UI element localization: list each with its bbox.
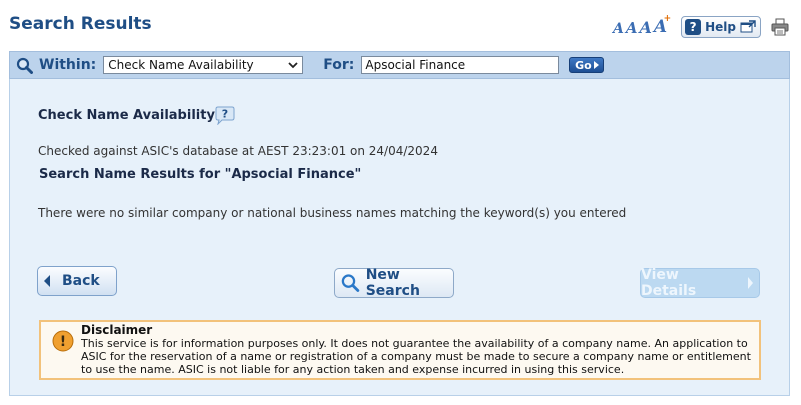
disclaimer-text: This service is for information purposes… (81, 337, 751, 376)
search-icon (341, 274, 360, 292)
arrow-right-icon (748, 277, 753, 289)
font-size-increase-icon[interactable]: A + (654, 14, 671, 36)
disclaimer-title: Disclaimer (81, 323, 153, 337)
svg-text:?: ? (222, 108, 228, 121)
go-button[interactable]: Go (569, 57, 605, 73)
font-size-small-icon[interactable]: A (613, 22, 624, 36)
help-bubble-icon[interactable]: ? (213, 105, 235, 125)
checked-timestamp: Checked against ASIC's database at AEST … (38, 144, 438, 158)
within-label: Within: (39, 57, 97, 73)
font-size-large-icon[interactable]: A (639, 19, 651, 36)
chevron-down-icon (288, 62, 298, 69)
view-details-button[interactable]: View Details (640, 267, 760, 299)
disclaimer-box: ! Disclaimer This service is for informa… (39, 320, 761, 380)
results-title: Search Name Results for "Apsocial Financ… (39, 167, 362, 182)
new-search-label: New Search (365, 267, 420, 299)
within-selected-value: Check Name Availability (108, 58, 254, 72)
go-label: Go (575, 58, 592, 72)
header-tools: A A A A + ? Help (613, 14, 789, 39)
arrow-right-icon (593, 61, 599, 69)
page-title: Search Results (9, 14, 152, 34)
help-label: Help (705, 20, 736, 34)
section-title: Check Name Availability (38, 108, 215, 123)
results-panel: Check Name Availability ? Checked agains… (9, 79, 790, 396)
svg-text:!: ! (60, 334, 66, 350)
search-input[interactable] (361, 56, 560, 74)
print-icon[interactable] (771, 18, 789, 36)
search-icon (16, 57, 33, 74)
font-size-controls: A A A A + (613, 14, 671, 36)
popup-icon (740, 20, 756, 33)
within-select[interactable]: Check Name Availability (103, 56, 304, 74)
font-size-medium-icon[interactable]: A (626, 20, 638, 36)
no-results-message: There were no similar company or nationa… (38, 206, 627, 220)
back-button[interactable]: Back (37, 266, 117, 296)
warning-icon: ! (52, 330, 74, 352)
search-bar: Within: Check Name Availability For: Go (9, 51, 790, 79)
help-button[interactable]: ? Help (681, 16, 761, 38)
arrow-left-icon (44, 275, 50, 287)
back-label: Back (62, 273, 100, 289)
view-details-label: View Details (641, 267, 697, 299)
help-icon: ? (685, 19, 702, 35)
for-label: For: (323, 57, 355, 73)
new-search-button[interactable]: New Search (334, 267, 454, 299)
